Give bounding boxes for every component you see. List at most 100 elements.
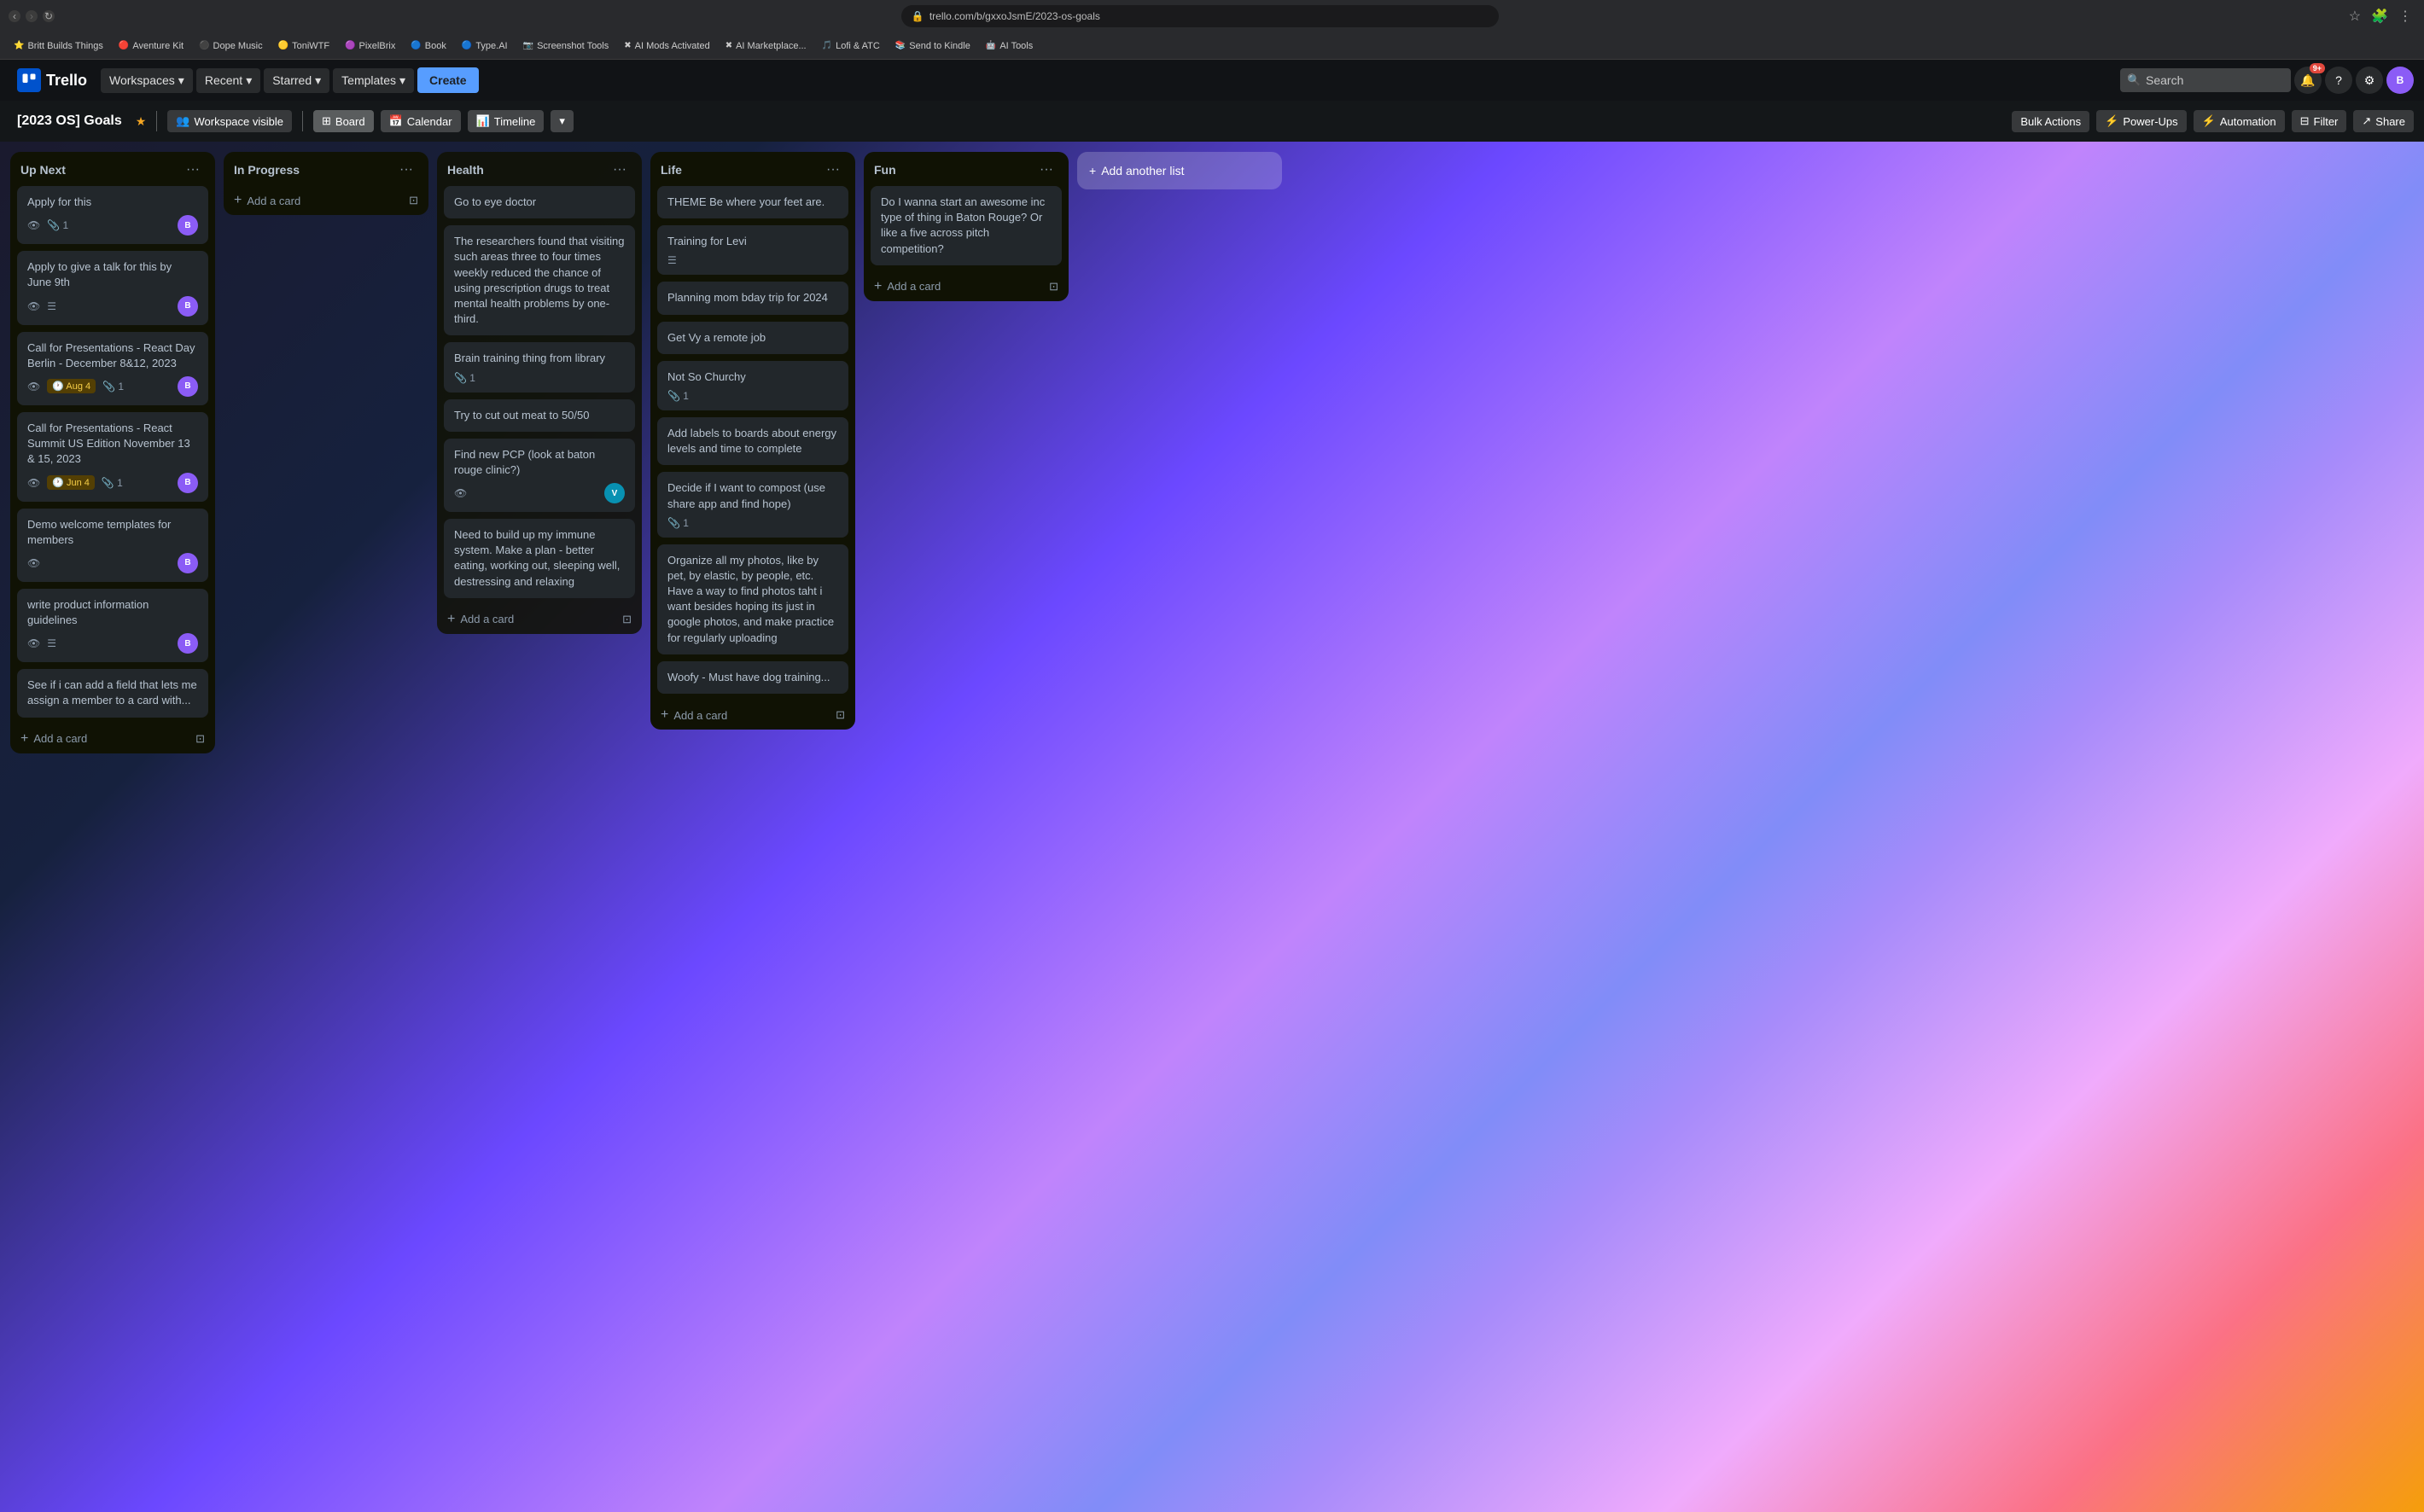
search-wrapper: 🔍 <box>2120 68 2291 92</box>
card-theme[interactable]: THEME Be where your feet are. <box>657 186 848 218</box>
card-title: Woofy - Must have dog training... <box>667 670 838 685</box>
share-button[interactable]: ↗ Share <box>2353 110 2414 132</box>
notifications-button[interactable]: 🔔 9+ <box>2294 67 2322 94</box>
card-vy-remote[interactable]: Get Vy a remote job <box>657 322 848 354</box>
eye-icon: 👁 <box>27 477 40 489</box>
visibility-button[interactable]: 👥 Workspace visible <box>167 110 292 132</box>
automation-button[interactable]: ⚡ Automation <box>2194 110 2285 132</box>
card-meta: 👁 ☰ <box>27 300 56 312</box>
search-input[interactable] <box>2120 68 2291 92</box>
card-mom-bday[interactable]: Planning mom bday trip for 2024 <box>657 282 848 314</box>
card-react-summit[interactable]: Call for Presentations - React Summit US… <box>17 412 208 502</box>
notification-badge: 9+ <box>2310 63 2325 73</box>
card-researchers[interactable]: The researchers found that visiting such… <box>444 225 635 335</box>
card-avatar: B <box>178 473 198 493</box>
card-compost[interactable]: Decide if I want to compost (use share a… <box>657 472 848 537</box>
bookmark-label: AI Tools <box>999 41 1033 51</box>
bookmark-lofi[interactable]: 🎵 Lofi & ATC <box>815 38 887 54</box>
card-organize-photos[interactable]: Organize all my photos, like by pet, by … <box>657 544 848 654</box>
address-bar[interactable]: 🔒 trello.com/b/gxxoJsmE/2023-os-goals <box>901 5 1499 27</box>
bookmark-book[interactable]: 🔵 Book <box>404 38 453 54</box>
card-footer: 👁 V <box>454 483 625 503</box>
settings-button[interactable]: ⚙ <box>2356 67 2383 94</box>
create-button[interactable]: Create <box>417 67 479 93</box>
lofi-icon: 🎵 <box>822 41 832 50</box>
workspaces-button[interactable]: Workspaces ▾ <box>101 68 193 93</box>
card-footer: 👁 🕐 Jun 4 📎 1 B <box>27 473 198 493</box>
bulk-actions-button[interactable]: Bulk Actions <box>2012 111 2089 132</box>
star-button[interactable]: ★ <box>136 114 147 129</box>
reload-button[interactable]: ↻ <box>43 10 55 22</box>
bookmark-icon[interactable]: ☆ <box>2345 6 2364 26</box>
list-menu-health[interactable]: ··· <box>608 160 632 179</box>
calendar-view-button[interactable]: 📅 Calendar <box>381 110 461 132</box>
card-eye-doctor[interactable]: Go to eye doctor <box>444 186 635 218</box>
bookmark-aitools[interactable]: 🤖 AI Tools <box>979 38 1040 54</box>
menu-icon[interactable]: ⋮ <box>2395 6 2415 26</box>
forward-button[interactable]: › <box>26 10 38 22</box>
bookmark-label: Britt Builds Things <box>27 41 102 51</box>
card-title: Demo welcome templates for members <box>27 517 198 548</box>
add-card-label: Add a card <box>887 280 941 293</box>
more-views-button[interactable]: ▾ <box>551 110 574 132</box>
add-card-label: Add a card <box>247 195 300 207</box>
bookmark-toni[interactable]: 🟡 ToniWTF <box>271 38 336 54</box>
bookmark-aimarket[interactable]: ✖ AI Marketplace... <box>719 38 813 54</box>
bookmark-aventure[interactable]: 🔴 Aventure Kit <box>112 38 190 54</box>
board-title[interactable]: [2023 OS] Goals <box>10 110 129 132</box>
add-card-button-life[interactable]: + Add a card ⊡ <box>650 701 855 730</box>
card-footer: 📎 1 <box>667 517 838 529</box>
bookmark-screenshot[interactable]: 📷 Screenshot Tools <box>516 38 616 54</box>
add-card-button-fun[interactable]: + Add a card ⊡ <box>864 272 1069 301</box>
board-view-button[interactable]: ⊞ Board <box>313 110 374 132</box>
automation-icon: ⚡ <box>2202 114 2216 128</box>
card-new-pcp[interactable]: Find new PCP (look at baton rouge clinic… <box>444 439 635 512</box>
card-awesome-inc[interactable]: Do I wanna start an awesome inc type of … <box>871 186 1062 265</box>
bookmark-typeai[interactable]: 🔵 Type.AI <box>455 38 515 54</box>
card-not-so-churchy[interactable]: Not So Churchy 📎 1 <box>657 361 848 410</box>
card-product-guidelines[interactable]: write product information guidelines 👁 ☰… <box>17 589 208 662</box>
card-footer: 👁 B <box>27 553 198 573</box>
info-button[interactable]: ? <box>2325 67 2352 94</box>
add-card-button-up-next[interactable]: + Add a card ⊡ <box>10 724 215 753</box>
user-avatar[interactable]: B <box>2386 67 2414 94</box>
card-meat[interactable]: Try to cut out meat to 50/50 <box>444 399 635 432</box>
starred-button[interactable]: Starred ▾ <box>264 68 329 93</box>
list-menu-up-next[interactable]: ··· <box>181 160 205 179</box>
bookmark-dope[interactable]: ⚫ Dope Music <box>192 38 270 54</box>
list-menu-life[interactable]: ··· <box>821 160 845 179</box>
card-apply-talk[interactable]: Apply to give a talk for this by June 9t… <box>17 251 208 324</box>
card-woofy[interactable]: Woofy - Must have dog training... <box>657 661 848 694</box>
card-avatar: B <box>178 633 198 654</box>
trello-logo[interactable]: Trello <box>10 65 94 96</box>
list-menu-in-progress[interactable]: ··· <box>394 160 418 179</box>
filter-button[interactable]: ⊟ Filter <box>2292 110 2347 132</box>
bookmark-pixelbrix[interactable]: 🟣 PixelBrix <box>338 38 402 54</box>
list-header-fun: Fun ··· <box>864 152 1069 186</box>
card-demo-welcome[interactable]: Demo welcome templates for members 👁 B <box>17 509 208 582</box>
eye-icon: 👁 <box>27 219 40 231</box>
card-react-day-berlin[interactable]: Call for Presentations - React Day Berli… <box>17 332 208 405</box>
bookmark-kindle[interactable]: 📚 Send to Kindle <box>889 38 977 54</box>
card-add-labels[interactable]: Add labels to boards about energy levels… <box>657 417 848 465</box>
bookmark-aimods[interactable]: ✖ AI Mods Activated <box>617 38 716 54</box>
add-card-button-health[interactable]: + Add a card ⊡ <box>437 605 642 634</box>
add-card-button-in-progress[interactable]: + Add a card ⊡ <box>224 186 428 215</box>
add-list-button[interactable]: + Add another list <box>1077 152 1282 189</box>
list-menu-fun[interactable]: ··· <box>1034 160 1058 179</box>
card-immune-system[interactable]: Need to build up my immune system. Make … <box>444 519 635 598</box>
timeline-view-button[interactable]: 📊 Timeline <box>468 110 545 132</box>
templates-button[interactable]: Templates ▾ <box>333 68 414 93</box>
eye-icon: 👁 <box>454 487 467 499</box>
card-brain-training[interactable]: Brain training thing from library 📎 1 <box>444 342 635 392</box>
britt-icon: ⭐ <box>14 41 24 50</box>
power-ups-button[interactable]: ⚡ Power-Ups <box>2096 110 2186 132</box>
card-add-field[interactable]: See if i can add a field that lets me as… <box>17 669 208 717</box>
recent-button[interactable]: Recent ▾ <box>196 68 260 93</box>
card-apply-for-this[interactable]: Apply for this 👁 📎 1 B <box>17 186 208 244</box>
back-button[interactable]: ‹ <box>9 10 20 22</box>
bookmark-britt[interactable]: ⭐ Britt Builds Things <box>7 38 110 54</box>
extensions-icon[interactable]: 🧩 <box>2368 6 2392 26</box>
list-life: Life ··· THEME Be where your feet are. T… <box>650 152 855 730</box>
card-training-levi[interactable]: Training for Levi ☰ <box>657 225 848 275</box>
